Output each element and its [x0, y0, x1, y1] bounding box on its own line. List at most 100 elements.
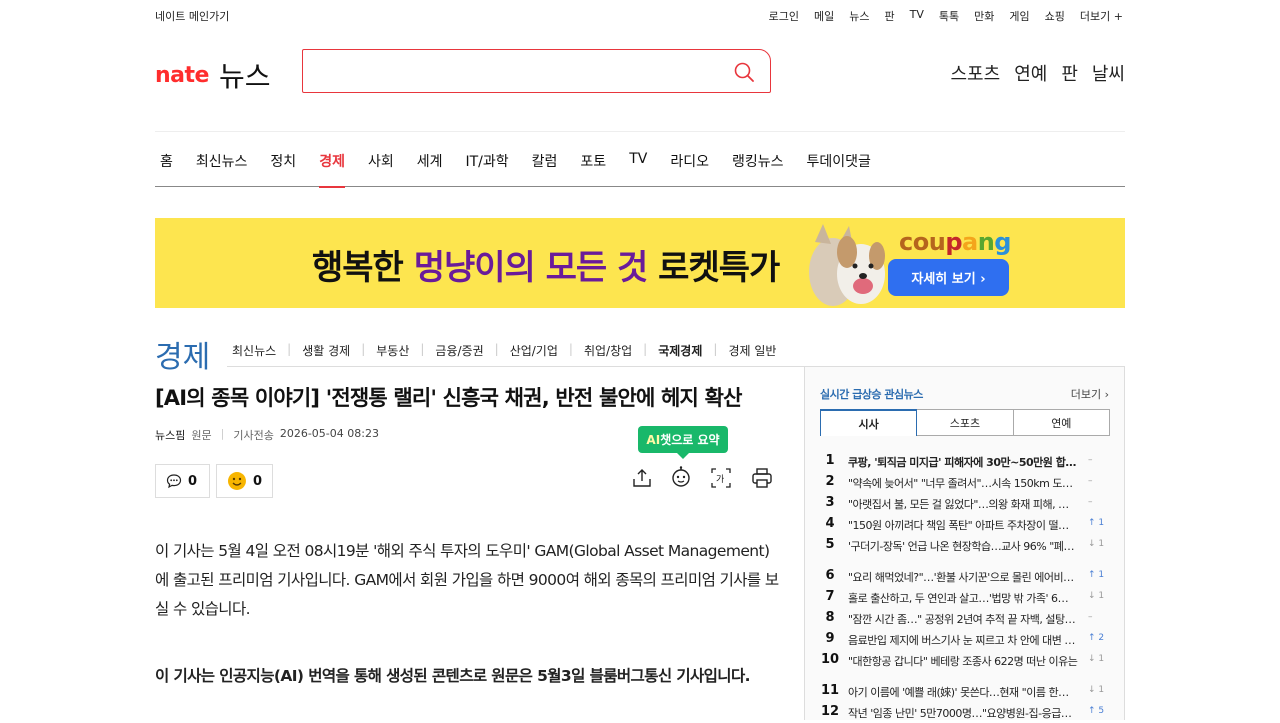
rank-number: 8	[825, 610, 835, 625]
ad-banner[interactable]: 행복한 멍냥이의 모든 것 로켓특가 coupang 자세히 보기 ›	[155, 218, 1125, 308]
nav-today-comments[interactable]: 투데이댓글	[807, 151, 871, 171]
tab-entertainment[interactable]: 연예	[1013, 409, 1110, 436]
coupang-logo-part-1: cou	[899, 228, 946, 256]
comment-count: 0	[188, 473, 198, 489]
tv-link[interactable]: TV	[910, 8, 924, 24]
font-size-icon[interactable]: 가	[710, 467, 732, 489]
nav-ranking[interactable]: 랭킹뉴스	[732, 151, 784, 171]
section-title[interactable]: 경제	[155, 332, 210, 376]
rank-headline[interactable]: "아랫집서 불, 모든 걸 잃었다"…의왕 화재 피해, 보상은	[848, 496, 1078, 512]
rank-item[interactable]: 5 '구더기-장독' 언급 나온 현장학습…교사 96% "폐지해야" ↓ 1	[820, 535, 1110, 556]
nav-column[interactable]: 칼럼	[532, 151, 558, 171]
pann-header-link[interactable]: 판	[1061, 60, 1078, 86]
rank-item[interactable]: 4 "150원 아끼려다 책임 폭탄" 아파트 주차장이 떨고 있다 ↑ 1	[820, 514, 1110, 535]
rank-item[interactable]: 10 "대한항공 갑니다" 베테랑 조종사 622명 떠난 이유는 ↓ 1	[820, 650, 1110, 671]
article-paragraph-1: 이 기사는 5월 4일 오전 08시19분 '해외 주식 투자의 도우미' GA…	[155, 542, 779, 618]
subnav-realestate[interactable]: 부동산	[376, 342, 409, 359]
subnav-finance[interactable]: 금융/증권	[435, 342, 483, 359]
rank-headline[interactable]: "약속에 늦어서" "너무 졸려서"…시속 150km 도로 질주	[848, 475, 1078, 491]
rank-headline[interactable]: 음료반입 제지에 버스기사 눈 찌르고 차 안에 대변 본 승객	[848, 632, 1078, 648]
rank-item[interactable]: 8 "잠깐 시간 좀…" 공정위 2년여 추적 끝 자백, 설탕값 담합 –	[820, 608, 1110, 629]
reaction-button[interactable]: 0	[216, 464, 273, 498]
coupang-logo-part-2: p	[945, 228, 962, 256]
rank-down-indicator: ↓ 1	[1088, 591, 1105, 601]
coupang-logo: coupang	[899, 228, 1011, 256]
subnav-latest[interactable]: 최신뉴스	[232, 342, 276, 359]
nav-home[interactable]: 홈	[160, 151, 173, 171]
ai-chat-icon[interactable]	[670, 466, 692, 488]
subnav-general[interactable]: 경제 일반	[728, 342, 776, 359]
emoji-reaction-icon	[227, 472, 246, 490]
search-icon[interactable]	[734, 62, 754, 82]
subnav-separator: |	[568, 342, 573, 356]
comment-button[interactable]: 0	[155, 464, 210, 498]
rank-headline[interactable]: "잠깐 시간 좀…" 공정위 2년여 추적 끝 자백, 설탕값 담합	[848, 611, 1078, 627]
more-link[interactable]: 더보기 +	[1080, 8, 1123, 24]
nav-world[interactable]: 세계	[417, 151, 443, 171]
game-link[interactable]: 게임	[1009, 8, 1029, 24]
news-link[interactable]: 뉴스	[849, 8, 869, 24]
nav-economy[interactable]: 경제	[319, 151, 345, 188]
tab-sports[interactable]: 스포츠	[917, 409, 1014, 436]
rank-headline[interactable]: 쿠팡, '퇴직금 미지급' 피해자에 30만~50만원 합의금 지급	[848, 454, 1078, 470]
subnav-intl-economy[interactable]: 국제경제	[658, 342, 702, 359]
rank-item[interactable]: 1 쿠팡, '퇴직금 미지급' 피해자에 30만~50만원 합의금 지급–	[820, 451, 1110, 472]
rank-headline[interactable]: 홀로 출산하고, 두 연인과 살고…'법망 밖 가족' 6만 가구	[848, 590, 1078, 606]
comment-icon	[166, 474, 182, 489]
nav-society[interactable]: 사회	[368, 151, 394, 171]
banner-copy-2: 멍냥이의 모든 것	[413, 248, 649, 288]
rank-up-indicator: ↑ 1	[1088, 570, 1105, 580]
ai-tooltip-highlight: AI	[646, 432, 661, 447]
toktok-link[interactable]: 톡톡	[939, 8, 959, 24]
rank-number: 6	[825, 568, 835, 583]
rank-same-indicator: –	[1088, 455, 1093, 465]
rank-down-indicator: ↓ 1	[1088, 685, 1105, 695]
login-link[interactable]: 로그인	[769, 8, 799, 24]
rank-item[interactable]: 2 "약속에 늦어서" "너무 졸려서"…시속 150km 도로 질주 –	[820, 472, 1110, 493]
nate-main-link[interactable]: 네이트 메인가기	[155, 8, 229, 24]
ai-summary-tooltip: AI 챗으로 요약	[638, 426, 728, 459]
rank-headline[interactable]: '구더기-장독' 언급 나온 현장학습…교사 96% "폐지해야"	[848, 538, 1078, 554]
rank-headline[interactable]: 아기 이름에 '예쁠 래(婡)' 못쓴다…현재 "이름 한자 제한"	[848, 684, 1078, 700]
search-box	[302, 49, 771, 93]
banner-copy-3: 로켓특가	[647, 248, 780, 288]
banner-detail-button[interactable]: 자세히 보기 ›	[888, 259, 1009, 296]
pann-link[interactable]: 판	[885, 8, 895, 24]
rank-headline[interactable]: 작년 '임종 난민' 5만7000명…"요양병원-집-응급실 전전"	[848, 705, 1078, 721]
original-link[interactable]: 원문	[191, 427, 211, 443]
rank-headline[interactable]: "대한항공 갑니다" 베테랑 조종사 622명 떠난 이유는	[848, 653, 1078, 669]
nav-latest[interactable]: 최신뉴스	[196, 151, 248, 171]
nav-politics[interactable]: 정치	[270, 151, 296, 171]
nav-tv[interactable]: TV	[629, 151, 647, 171]
print-icon[interactable]	[751, 467, 773, 489]
entertainment-link[interactable]: 연예	[1014, 60, 1047, 86]
rank-headline[interactable]: "150원 아끼려다 책임 폭탄" 아파트 주차장이 떨고 있다	[848, 517, 1078, 533]
tab-current-affairs[interactable]: 시사	[820, 409, 918, 436]
nav-it-science[interactable]: IT/과학	[465, 151, 508, 171]
subnav-jobs[interactable]: 취업/창업	[584, 342, 632, 359]
sports-link[interactable]: 스포츠	[951, 60, 1001, 86]
rank-same-indicator: –	[1088, 612, 1093, 622]
rank-item[interactable]: 3 "아랫집서 불, 모든 걸 잃었다"…의왕 화재 피해, 보상은 –	[820, 493, 1110, 514]
svg-text:가: 가	[716, 474, 724, 485]
news-logo[interactable]: nate 뉴스	[155, 55, 270, 95]
weather-link[interactable]: 날씨	[1092, 60, 1125, 86]
subnav-industry[interactable]: 산업/기업	[510, 342, 558, 359]
rank-item[interactable]: 11 아기 이름에 '예쁠 래(婡)' 못쓴다…현재 "이름 한자 제한" ↓ 1	[820, 681, 1110, 702]
search-input[interactable]	[313, 58, 713, 84]
rank-item[interactable]: 9 음료반입 제지에 버스기사 눈 찌르고 차 안에 대변 본 승객 ↑ 2	[820, 629, 1110, 650]
comics-link[interactable]: 만화	[974, 8, 994, 24]
realtime-more-link[interactable]: 더보기 ›	[1071, 386, 1109, 402]
mail-link[interactable]: 메일	[814, 8, 834, 24]
nav-radio[interactable]: 라디오	[670, 151, 709, 171]
rank-headline[interactable]: "요리 해먹었네?"…'환불 사기꾼'으로 몰린 에어비앤비 손님	[848, 569, 1078, 585]
subnav-living[interactable]: 생활 경제	[302, 342, 350, 359]
article-source[interactable]: 뉴스핌	[155, 427, 185, 443]
rank-item[interactable]: 6 "요리 해먹었네?"…'환불 사기꾼'으로 몰린 에어비앤비 손님 ↑ 1	[820, 566, 1110, 587]
banner-copy: 행복한 멍냥이의 모든 것 로켓특가	[312, 240, 780, 289]
shopping-link[interactable]: 쇼핑	[1045, 8, 1065, 24]
realtime-news-panel: 실시간 급상승 관심뉴스 더보기 › 시사 스포츠 연예 1 쿠팡, '퇴직금 미…	[804, 366, 1125, 720]
share-icon[interactable]	[631, 467, 653, 489]
rank-item[interactable]: 7 홀로 출산하고, 두 연인과 살고…'법망 밖 가족' 6만 가구 ↓ 1	[820, 587, 1110, 608]
nav-photo[interactable]: 포토	[580, 151, 606, 171]
